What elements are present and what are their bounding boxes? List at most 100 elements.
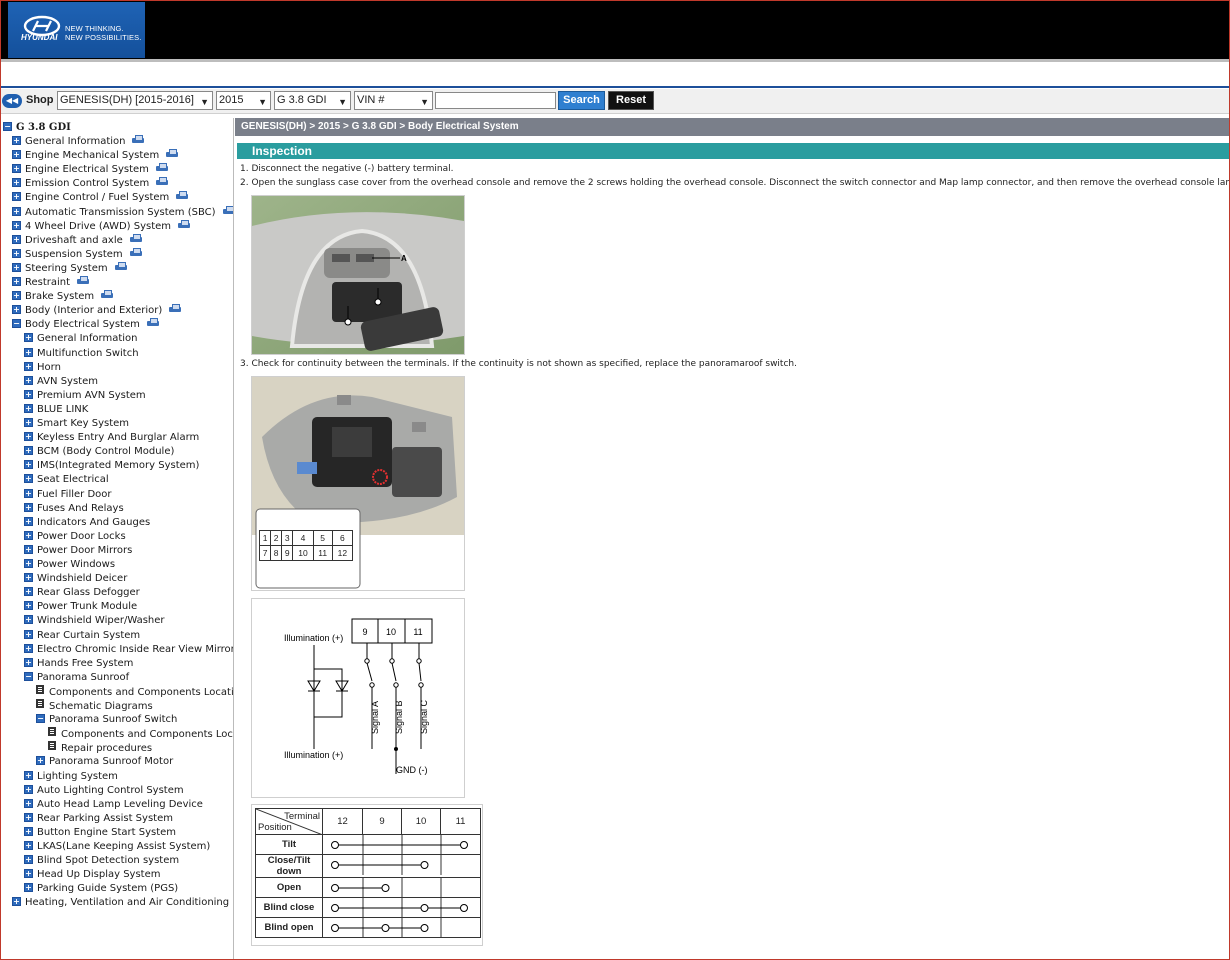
tree-item[interactable]: +4 Wheel Drive (AWD) System [12,219,191,234]
document-icon[interactable] [36,699,44,708]
reset-button[interactable]: Reset [608,91,654,110]
expand-icon[interactable]: + [12,277,21,286]
tree-item[interactable]: + Engine Control / Fuel System [12,191,189,205]
tree-item[interactable]: − Panorama Sunroof [24,671,129,685]
printer-icon[interactable] [129,247,142,257]
printer-icon[interactable] [77,276,90,285]
expand-icon[interactable]: + [24,643,33,653]
expand-icon[interactable]: + [24,855,33,865]
search-input[interactable] [435,92,556,109]
tree-item[interactable]: − Body Electrical System [12,318,159,332]
printer-icon[interactable] [101,290,114,299]
document-icon[interactable] [48,741,56,751]
collapse-icon[interactable]: − [12,319,21,329]
printer-icon[interactable] [146,318,159,327]
printer-icon[interactable] [169,304,182,313]
expand-icon[interactable]: + [24,559,33,568]
expand-icon[interactable]: + [24,587,33,597]
expand-icon[interactable]: + [12,178,21,188]
expand-icon[interactable]: + [24,841,33,850]
tree-item[interactable]: + Rear Parking Assist System [24,812,173,826]
tree-item[interactable]: + Seat Electrical [24,473,109,487]
printer-icon[interactable] [114,261,127,271]
tree-item[interactable]: Repair procedures [48,741,152,755]
expand-icon[interactable]: + [24,770,33,780]
tree-item[interactable]: + Multifunction Switch [24,347,139,361]
expand-icon[interactable]: + [12,164,21,174]
tree-item[interactable]: + Engine Electrical System [12,163,168,177]
expand-icon[interactable]: + [12,234,21,244]
document-icon[interactable] [48,727,56,737]
expand-icon[interactable]: + [24,389,33,399]
tree-item[interactable]: + Brake System [12,290,114,304]
expand-icon[interactable]: + [24,418,33,427]
expand-icon[interactable]: + [24,826,33,836]
expand-icon[interactable]: + [12,150,21,160]
expand-icon[interactable]: + [24,474,33,484]
expand-icon[interactable]: + [12,248,21,258]
collapse-icon[interactable]: − [36,714,45,724]
expand-icon[interactable]: + [24,446,33,456]
printer-icon[interactable] [132,135,145,144]
expand-icon[interactable]: + [24,516,33,526]
tree-item[interactable]: − Panorama Sunroof Switch [36,713,177,727]
search-button[interactable]: Search [558,91,605,110]
expand-icon[interactable]: + [24,432,33,442]
printer-icon[interactable] [155,163,168,172]
expand-icon[interactable]: + [24,869,33,879]
tree-item[interactable]: + Horn [24,361,61,375]
tree-item[interactable]: + Blind Spot Detection system [24,854,179,868]
tree-item[interactable]: + Windshield Wiper/Washer [24,614,165,628]
expand-icon[interactable]: + [24,460,33,470]
tree-item[interactable]: + Fuses And Relays [24,502,124,516]
expand-icon[interactable]: + [24,530,33,540]
engine-select[interactable]: G 3.8 GDI ▼ [274,91,351,110]
tree-item[interactable]: + Hands Free System [24,657,133,671]
tree-item[interactable]: + Panorama Sunroof Motor [36,755,173,769]
expand-icon[interactable]: + [24,883,33,893]
tree-item[interactable]: + Power Door Mirrors [24,544,132,558]
expand-icon[interactable]: + [24,488,33,498]
expand-icon[interactable]: + [12,305,21,315]
tree-item[interactable]: + Electro Chromic Inside Rear View Mirror [24,643,233,657]
printer-icon[interactable] [129,233,142,243]
tree-item[interactable]: Components and Components Locatio [48,727,233,741]
expand-icon[interactable]: + [24,403,33,413]
expand-icon[interactable]: + [12,897,21,907]
expand-icon[interactable]: + [24,361,33,371]
tree-item[interactable]: + Smart Key System [24,417,129,431]
collapse-icon[interactable]: − [3,122,12,131]
tree-item[interactable]: + Body (Interior and Exterior) [12,304,182,318]
expand-icon[interactable]: + [24,615,33,625]
tree-root[interactable]: − G 3.8 GDI [3,121,71,135]
expand-icon[interactable]: + [12,262,21,272]
printer-icon[interactable] [222,205,233,215]
tree-item[interactable]: + Button Engine Start System [24,826,176,840]
expand-icon[interactable]: + [36,756,45,766]
model-select[interactable]: GENESIS(DH) [2015-2016] ▼ [57,91,213,110]
tree-item[interactable]: + Driveshaft and axle [12,233,142,248]
tree-item[interactable]: + AVN System [24,375,98,389]
tree-item[interactable]: + Rear Glass Defogger [24,586,140,600]
printer-icon[interactable] [166,149,179,158]
expand-icon[interactable]: + [24,333,33,343]
printer-icon[interactable] [176,191,189,200]
tree-item[interactable]: + Premium AVN System [24,389,146,403]
back-arrow-icon[interactable]: ◀◀ [2,94,22,108]
hyundai-logo[interactable]: HYUNDAI NEW THINKING. NEW POSSIBILITIES. [8,2,145,58]
tree-item[interactable]: + Engine Mechanical System [12,149,179,163]
printer-icon[interactable] [178,219,191,229]
expand-icon[interactable]: + [24,629,33,639]
tree-item[interactable]: + Auto Head Lamp Leveling Device [24,798,203,812]
expand-icon[interactable]: + [12,206,21,216]
expand-icon[interactable]: + [12,291,21,301]
tree-item[interactable]: + Fuel Filler Door [24,488,112,502]
expand-icon[interactable]: + [12,220,21,230]
tree-item[interactable]: + Indicators And Gauges [24,516,150,530]
expand-icon[interactable]: + [24,375,33,385]
tree-item[interactable]: + General Information [12,135,145,149]
vin-select[interactable]: VIN # ▼ [354,91,433,110]
tree-item[interactable]: + Auto Lighting Control System [24,784,184,798]
tree-item[interactable]: + Power Windows [24,558,115,572]
tree-item[interactable]: + Rear Curtain System [24,629,140,643]
